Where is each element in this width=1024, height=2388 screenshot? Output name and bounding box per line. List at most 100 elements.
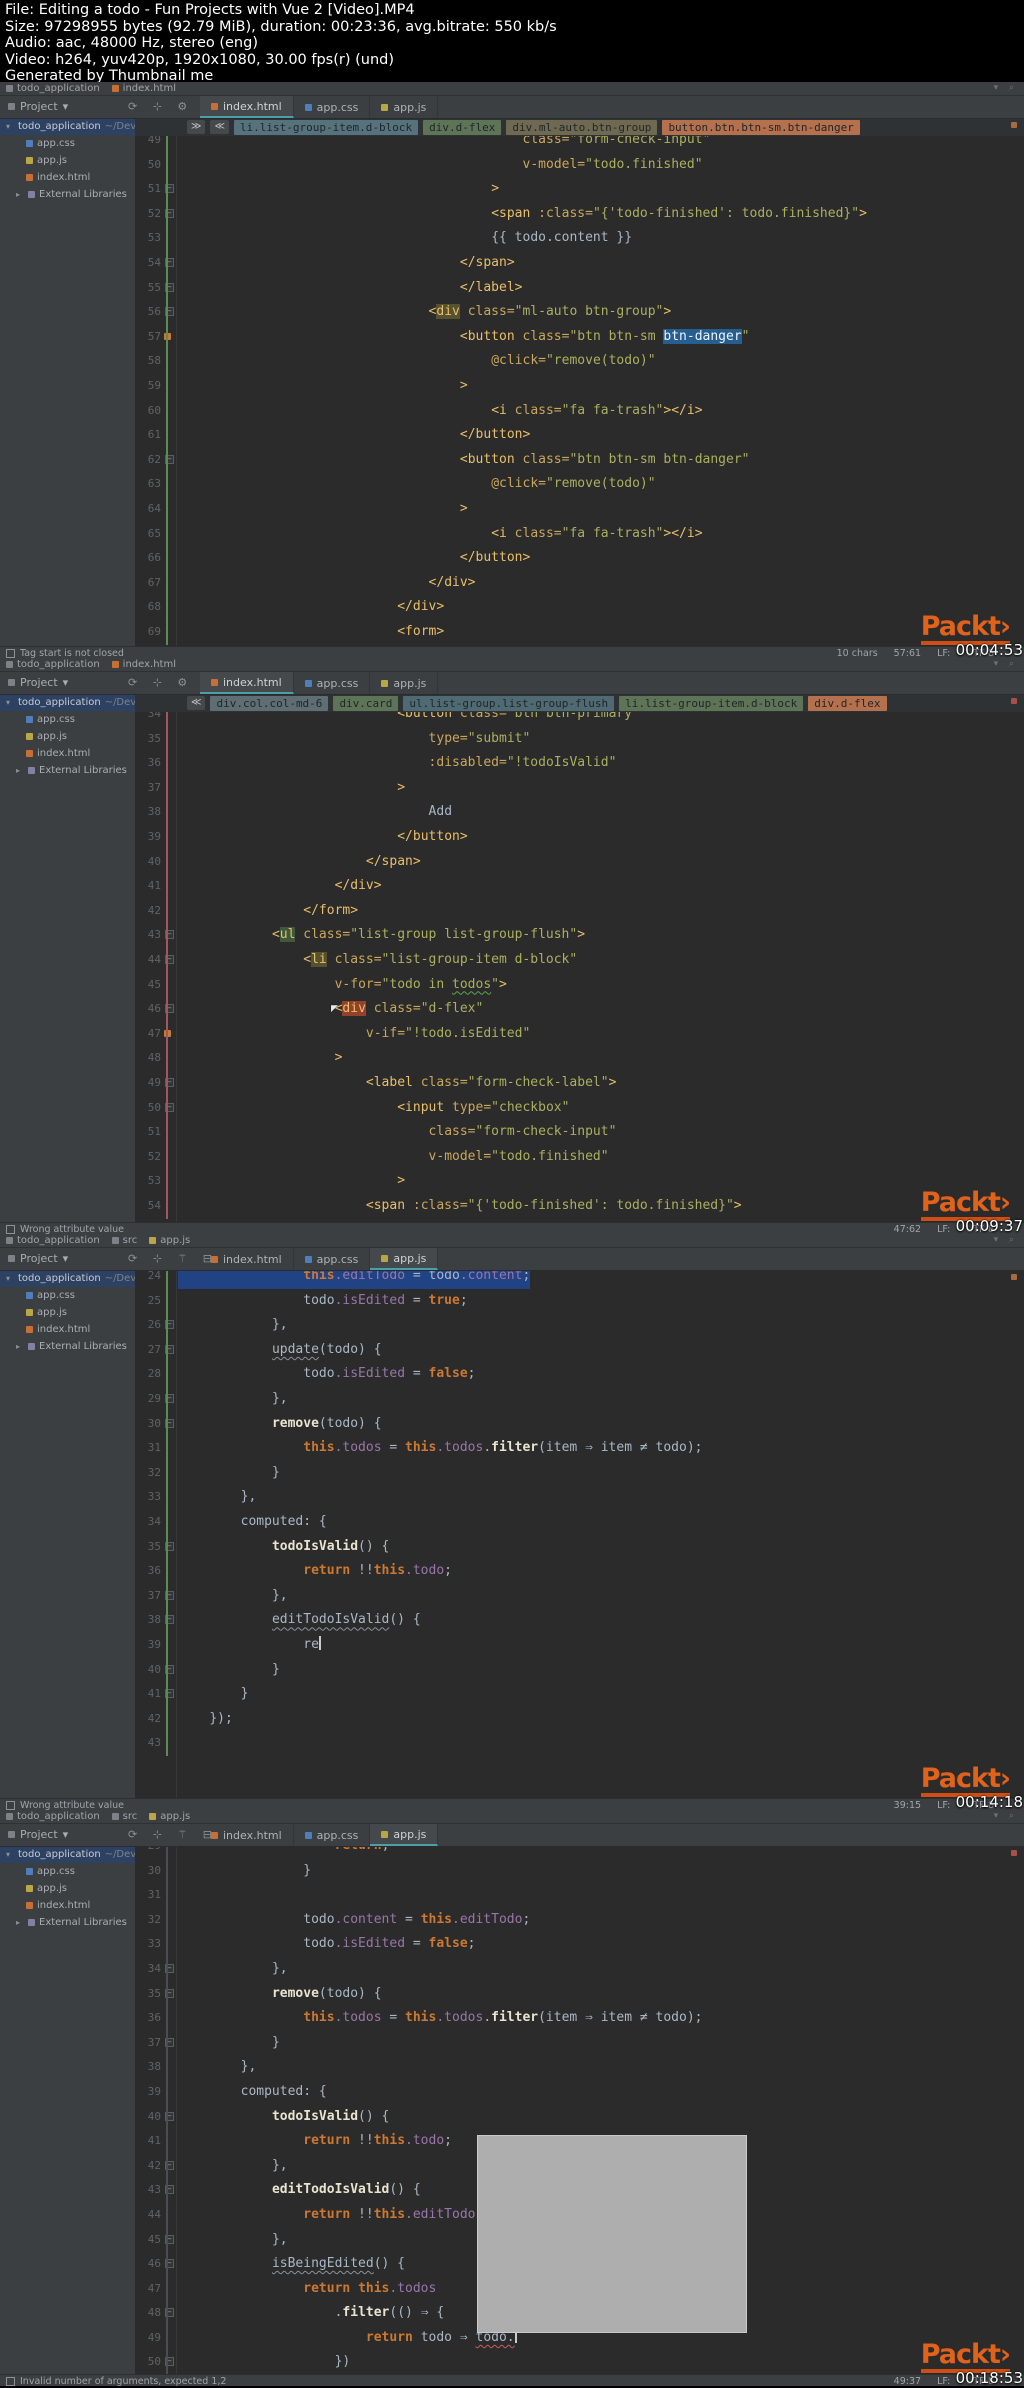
code-line[interactable]: 36this.todos = this.todos.filter(item ⇒ … bbox=[135, 2006, 1024, 2031]
code-line[interactable]: 25todo.isEdited = true; bbox=[135, 1289, 1024, 1314]
code-line[interactable]: 42</form> bbox=[135, 899, 1024, 924]
code-line[interactable]: 62−<button class="btn btn-sm btn-danger" bbox=[135, 448, 1024, 473]
code-line[interactable]: 40−todoIsValid() { bbox=[135, 2105, 1024, 2130]
code-line[interactable]: 31this.todos = this.todos.filter(item ⇒ … bbox=[135, 1436, 1024, 1461]
code-line[interactable]: 35−remove(todo) { bbox=[135, 1982, 1024, 2007]
code-line[interactable]: 33}, bbox=[135, 1485, 1024, 1510]
crumb-arrow-button[interactable]: ≪ bbox=[187, 696, 205, 710]
tree-item-external-libraries[interactable]: ▸External Libraries bbox=[0, 762, 135, 779]
tab-app.js[interactable]: app.js bbox=[370, 1248, 438, 1270]
tree-item-app-js[interactable]: app.js bbox=[0, 1880, 135, 1897]
code-line[interactable]: 38Add bbox=[135, 800, 1024, 825]
code-line[interactable]: 37> bbox=[135, 776, 1024, 801]
code-line[interactable]: 67</div> bbox=[135, 571, 1024, 596]
breadcrumb-item[interactable]: todo_application bbox=[6, 659, 100, 670]
code-line[interactable]: 57<button class="btn btn-sm btn-danger" bbox=[135, 325, 1024, 350]
navbar-tool-icons[interactable]: ▾ ⌕ bbox=[994, 1811, 1018, 1821]
code-line[interactable]: 26−}, bbox=[135, 1313, 1024, 1338]
code-line[interactable]: 54<span :class="{'todo-finished': todo.f… bbox=[135, 1194, 1024, 1219]
code-line[interactable]: 34−}, bbox=[135, 1957, 1024, 1982]
code-line[interactable]: 29−}, bbox=[135, 1387, 1024, 1412]
code-line[interactable]: 50−<input type="checkbox" bbox=[135, 1096, 1024, 1121]
code-line[interactable]: 55−</label> bbox=[135, 276, 1024, 301]
code-line[interactable]: 45v-for="todo in todos"> bbox=[135, 973, 1024, 998]
code-line[interactable]: 40−} bbox=[135, 1658, 1024, 1683]
tree-item-app-js[interactable]: app.js bbox=[0, 728, 135, 745]
breadcrumb-item[interactable]: index.html bbox=[112, 659, 176, 670]
project-tool-window-button[interactable]: Project▾ bbox=[8, 676, 68, 689]
navbar-tool-icons[interactable]: ▾ ⌕ bbox=[994, 659, 1018, 669]
code-line[interactable]: 52v-model="todo.finished" bbox=[135, 1145, 1024, 1170]
code-line[interactable]: 46−<div class="d-flex" bbox=[135, 997, 1024, 1022]
code-line[interactable]: 54−</span> bbox=[135, 251, 1024, 276]
code-line[interactable]: 52−<span :class="{'todo-finished': todo.… bbox=[135, 202, 1024, 227]
code-line[interactable]: 66</button> bbox=[135, 546, 1024, 571]
code-line[interactable]: 44−<li class="list-group-item d-block" bbox=[135, 948, 1024, 973]
breadcrumb-chip[interactable]: div.d-flex bbox=[808, 696, 886, 711]
code-line[interactable]: 64> bbox=[135, 497, 1024, 522]
code-line[interactable]: 50−}) bbox=[135, 2350, 1024, 2374]
tab-app.css[interactable]: app.css bbox=[294, 96, 371, 118]
code-line[interactable]: 35−todoIsValid() { bbox=[135, 1535, 1024, 1560]
code-line[interactable]: 41−} bbox=[135, 1682, 1024, 1707]
code-line[interactable]: 36:disabled="!todoIsValid" bbox=[135, 751, 1024, 776]
tree-item-index-html[interactable]: index.html bbox=[0, 169, 135, 186]
code-line[interactable]: 38}, bbox=[135, 2055, 1024, 2080]
code-line[interactable]: 43 bbox=[135, 1731, 1024, 1756]
code-line[interactable]: 39re bbox=[135, 1633, 1024, 1658]
code-line[interactable]: 36return !!this.todo; bbox=[135, 1559, 1024, 1584]
tree-item-app-js[interactable]: app.js bbox=[0, 1304, 135, 1321]
tab-index.html[interactable]: index.html bbox=[200, 96, 294, 118]
tree-item-app-js[interactable]: app.js bbox=[0, 152, 135, 169]
breadcrumb-item[interactable]: src bbox=[112, 1811, 138, 1822]
code-line[interactable]: 37−} bbox=[135, 2031, 1024, 2056]
code-line[interactable]: 58@click="remove(todo)" bbox=[135, 349, 1024, 374]
tree-item-index-html[interactable]: index.html bbox=[0, 1321, 135, 1338]
breadcrumb-chip[interactable]: div.col.col-md-6 bbox=[210, 696, 328, 711]
tree-item-app-css[interactable]: app.css bbox=[0, 711, 135, 728]
code-line[interactable]: 29return; bbox=[135, 1846, 1024, 1859]
breadcrumb-chip[interactable]: div.d-flex bbox=[423, 120, 501, 135]
code-line[interactable]: 34computed: { bbox=[135, 1510, 1024, 1535]
code-editor[interactable]: ≪div.col.col-md-6div.cardul.list-group.l… bbox=[135, 694, 1024, 1222]
tree-item-app-css[interactable]: app.css bbox=[0, 135, 135, 152]
breadcrumb-chip[interactable]: button.btn.btn-sm.btn-danger bbox=[662, 120, 859, 135]
code-line[interactable]: 30} bbox=[135, 1859, 1024, 1884]
breadcrumb-item[interactable]: app.js bbox=[149, 1235, 190, 1246]
code-line[interactable]: 35type="submit" bbox=[135, 727, 1024, 752]
code-line[interactable]: 48> bbox=[135, 1046, 1024, 1071]
code-line[interactable]: 32} bbox=[135, 1461, 1024, 1486]
tab-app.js[interactable]: app.js bbox=[370, 1824, 438, 1846]
code-line[interactable]: 59> bbox=[135, 374, 1024, 399]
project-tool-window-button[interactable]: Project▾ bbox=[8, 1828, 68, 1841]
breadcrumb-item[interactable]: todo_application bbox=[6, 1235, 100, 1246]
code-line[interactable]: 53> bbox=[135, 1169, 1024, 1194]
code-line[interactable]: 47v-if="!todo.isEdited" bbox=[135, 1022, 1024, 1047]
breadcrumb-chip[interactable]: li.list-group-item.d-block bbox=[619, 696, 803, 711]
code-line[interactable]: 40</span> bbox=[135, 850, 1024, 875]
tab-app.js[interactable]: app.js bbox=[370, 96, 438, 118]
code-line[interactable]: 24this.editTodo = todo.content; bbox=[135, 1270, 1024, 1289]
breadcrumb-chip[interactable]: li.list-group-item.d-block bbox=[234, 120, 418, 135]
code-line[interactable]: 50v-model="todo.finished" bbox=[135, 153, 1024, 178]
code-line[interactable]: 69<form> bbox=[135, 620, 1024, 645]
code-line[interactable]: 42}); bbox=[135, 1707, 1024, 1732]
code-line[interactable]: 63@click="remove(todo)" bbox=[135, 472, 1024, 497]
code-line[interactable]: 60<i class="fa fa-trash"></i> bbox=[135, 399, 1024, 424]
tab-index.html[interactable]: index.html bbox=[200, 672, 294, 694]
tree-item-index-html[interactable]: index.html bbox=[0, 1897, 135, 1914]
breadcrumb-item[interactable]: index.html bbox=[112, 83, 176, 94]
breadcrumb-item[interactable]: todo_application bbox=[6, 1811, 100, 1822]
code-line[interactable]: 43−<ul class="list-group list-group-flus… bbox=[135, 923, 1024, 948]
navbar-tool-icons[interactable]: ▾ ⌕ bbox=[994, 83, 1018, 93]
tree-item-external-libraries[interactable]: ▸External Libraries bbox=[0, 186, 135, 203]
tree-root-row[interactable]: ▾todo_application~/Development/todo_a bbox=[0, 1846, 135, 1863]
code-editor[interactable]: 24this.editTodo = todo.content;25todo.is… bbox=[135, 1270, 1024, 1798]
tree-root-row[interactable]: ▾todo_application~/Development/todo_a bbox=[0, 118, 135, 135]
breadcrumb-item[interactable]: src bbox=[112, 1235, 138, 1246]
code-line[interactable]: 39computed: { bbox=[135, 2080, 1024, 2105]
tree-item-external-libraries[interactable]: ▸External Libraries bbox=[0, 1914, 135, 1931]
tree-item-index-html[interactable]: index.html bbox=[0, 745, 135, 762]
code-line[interactable]: 31 bbox=[135, 1883, 1024, 1908]
code-line[interactable]: 53{{ todo.content }} bbox=[135, 226, 1024, 251]
